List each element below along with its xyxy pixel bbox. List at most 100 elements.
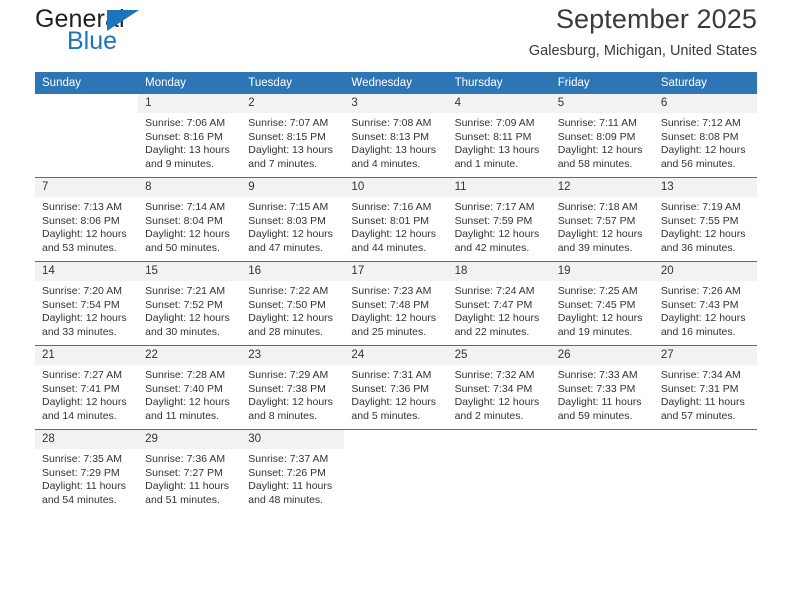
calendar-day-cell[interactable]: 3 Sunrise: 7:08 AM Sunset: 8:13 PM Dayli… bbox=[344, 94, 448, 178]
calendar-day-cell[interactable]: 27 Sunrise: 7:34 AM Sunset: 7:31 PM Dayl… bbox=[653, 345, 757, 430]
day-details bbox=[448, 449, 551, 453]
calendar-day-cell[interactable]: 2 Sunrise: 7:07 AM Sunset: 8:15 PM Dayli… bbox=[241, 94, 345, 178]
day-number: 3 bbox=[344, 94, 448, 113]
day-details: Sunrise: 7:34 AM Sunset: 7:31 PM Dayligh… bbox=[654, 365, 757, 423]
calendar-day-cell[interactable]: 22 Sunrise: 7:28 AM Sunset: 7:40 PM Dayl… bbox=[138, 345, 242, 430]
daylight-text-line2: and 51 minutes. bbox=[145, 493, 220, 506]
sunset-text: Sunset: 7:26 PM bbox=[248, 466, 326, 479]
brand-triangle-icon bbox=[107, 10, 139, 31]
calendar-day-cell[interactable]: 28 Sunrise: 7:35 AM Sunset: 7:29 PM Dayl… bbox=[35, 429, 139, 513]
daylight-text-line2: and 8 minutes. bbox=[248, 409, 318, 422]
day-details: Sunrise: 7:06 AM Sunset: 8:16 PM Dayligh… bbox=[138, 113, 241, 171]
day-details: Sunrise: 7:13 AM Sunset: 8:06 PM Dayligh… bbox=[35, 197, 138, 255]
sunset-text: Sunset: 7:54 PM bbox=[42, 298, 120, 311]
daylight-text-line2: and 5 minutes. bbox=[351, 409, 421, 422]
daylight-text-line2: and 14 minutes. bbox=[42, 409, 117, 422]
calendar-day-cell[interactable]: 24 Sunrise: 7:31 AM Sunset: 7:36 PM Dayl… bbox=[344, 345, 448, 430]
daylight-text-line1: Daylight: 12 hours bbox=[145, 396, 230, 409]
daylight-text-line2: and 44 minutes. bbox=[351, 241, 427, 254]
sunrise-text: Sunrise: 7:06 AM bbox=[145, 117, 226, 129]
day-details bbox=[551, 449, 654, 453]
daylight-text-line1: Daylight: 12 hours bbox=[248, 228, 333, 241]
sunset-text: Sunset: 7:57 PM bbox=[557, 214, 636, 227]
calendar-day-cell[interactable]: 9 Sunrise: 7:15 AM Sunset: 8:03 PM Dayli… bbox=[241, 177, 345, 262]
daylight-text-line1: Daylight: 12 hours bbox=[248, 312, 333, 325]
calendar-day-cell[interactable]: 1 Sunrise: 7:06 AM Sunset: 8:16 PM Dayli… bbox=[138, 94, 242, 178]
daylight-text-line1: Daylight: 13 hours bbox=[248, 144, 333, 157]
daylight-text-line1: Daylight: 12 hours bbox=[351, 312, 437, 325]
daylight-text-line2: and 11 minutes. bbox=[145, 409, 220, 422]
calendar-day-cell[interactable]: 8 Sunrise: 7:14 AM Sunset: 8:04 PM Dayli… bbox=[138, 177, 242, 262]
day-number bbox=[653, 430, 757, 449]
daylight-text-line2: and 9 minutes. bbox=[145, 157, 215, 170]
daylight-text-line2: and 19 minutes. bbox=[557, 325, 633, 338]
day-number: 27 bbox=[653, 346, 757, 365]
day-number: 9 bbox=[241, 178, 345, 197]
calendar-day-cell[interactable]: 20 Sunrise: 7:26 AM Sunset: 7:43 PM Dayl… bbox=[653, 261, 757, 346]
sunset-text: Sunset: 8:11 PM bbox=[454, 130, 532, 143]
calendar-day-cell[interactable]: 13 Sunrise: 7:19 AM Sunset: 7:55 PM Dayl… bbox=[653, 177, 757, 262]
calendar-day-cell[interactable]: 7 Sunrise: 7:13 AM Sunset: 8:06 PM Dayli… bbox=[35, 177, 139, 262]
sunrise-text: Sunrise: 7:37 AM bbox=[248, 453, 329, 465]
title-block: September 2025 Galesburg, Michigan, Unit… bbox=[529, 0, 757, 62]
sunrise-text: Sunrise: 7:25 AM bbox=[557, 285, 638, 297]
day-number bbox=[344, 430, 448, 449]
day-details: Sunrise: 7:29 AM Sunset: 7:38 PM Dayligh… bbox=[241, 365, 344, 423]
daylight-text-line2: and 4 minutes. bbox=[351, 157, 421, 170]
daylight-text-line2: and 48 minutes. bbox=[248, 493, 323, 506]
calendar-day-cell[interactable]: 15 Sunrise: 7:21 AM Sunset: 7:52 PM Dayl… bbox=[138, 261, 242, 346]
sunset-text: Sunset: 8:13 PM bbox=[351, 130, 430, 143]
daylight-text-line1: Daylight: 12 hours bbox=[454, 312, 540, 325]
sunset-text: Sunset: 7:59 PM bbox=[454, 214, 533, 227]
daylight-text-line1: Daylight: 12 hours bbox=[42, 396, 127, 409]
calendar-day-cell[interactable]: 21 Sunrise: 7:27 AM Sunset: 7:41 PM Dayl… bbox=[35, 345, 139, 430]
calendar-week-row: 21 Sunrise: 7:27 AM Sunset: 7:41 PM Dayl… bbox=[35, 345, 757, 430]
calendar-day-cell[interactable]: 10 Sunrise: 7:16 AM Sunset: 8:01 PM Dayl… bbox=[344, 177, 448, 262]
daylight-text-line2: and 42 minutes. bbox=[454, 241, 530, 254]
calendar-day-cell[interactable]: 17 Sunrise: 7:23 AM Sunset: 7:48 PM Dayl… bbox=[344, 261, 448, 346]
calendar-day-cell[interactable]: 6 Sunrise: 7:12 AM Sunset: 8:08 PM Dayli… bbox=[653, 94, 757, 178]
sunset-text: Sunset: 8:08 PM bbox=[660, 130, 739, 143]
day-details bbox=[654, 449, 757, 453]
day-details: Sunrise: 7:18 AM Sunset: 7:57 PM Dayligh… bbox=[551, 197, 654, 255]
sunset-text: Sunset: 8:03 PM bbox=[248, 214, 326, 227]
day-number bbox=[447, 430, 551, 449]
sunrise-text: Sunrise: 7:29 AM bbox=[248, 369, 329, 381]
sunrise-text: Sunrise: 7:35 AM bbox=[42, 453, 122, 465]
calendar-day-cell[interactable]: 16 Sunrise: 7:22 AM Sunset: 7:50 PM Dayl… bbox=[241, 261, 345, 346]
sunset-text: Sunset: 8:06 PM bbox=[42, 214, 120, 227]
sunrise-text: Sunrise: 7:33 AM bbox=[557, 369, 638, 381]
daylight-text-line1: Daylight: 11 hours bbox=[557, 396, 642, 409]
calendar-day-cell[interactable]: 26 Sunrise: 7:33 AM Sunset: 7:33 PM Dayl… bbox=[550, 345, 654, 430]
calendar-day-cell[interactable]: 25 Sunrise: 7:32 AM Sunset: 7:34 PM Dayl… bbox=[447, 345, 551, 430]
day-details: Sunrise: 7:11 AM Sunset: 8:09 PM Dayligh… bbox=[551, 113, 654, 171]
weekday-header-tuesday: Tuesday bbox=[241, 72, 345, 94]
day-number: 1 bbox=[138, 94, 242, 113]
day-number: 14 bbox=[35, 262, 139, 281]
sunrise-text: Sunrise: 7:16 AM bbox=[351, 201, 432, 213]
calendar-day-cell[interactable]: 29 Sunrise: 7:36 AM Sunset: 7:27 PM Dayl… bbox=[138, 429, 242, 513]
calendar-day-cell[interactable]: 5 Sunrise: 7:11 AM Sunset: 8:09 PM Dayli… bbox=[550, 94, 654, 178]
calendar-day-cell[interactable]: 12 Sunrise: 7:18 AM Sunset: 7:57 PM Dayl… bbox=[550, 177, 654, 262]
calendar-day-cell[interactable]: 14 Sunrise: 7:20 AM Sunset: 7:54 PM Dayl… bbox=[35, 261, 139, 346]
calendar-day-cell bbox=[653, 429, 757, 513]
calendar-week-row: 1 Sunrise: 7:06 AM Sunset: 8:16 PM Dayli… bbox=[35, 94, 757, 178]
page-header: General Blue September 2025 Galesburg, M… bbox=[35, 0, 757, 72]
sunrise-text: Sunrise: 7:26 AM bbox=[660, 285, 741, 297]
day-number: 10 bbox=[344, 178, 448, 197]
day-number: 21 bbox=[35, 346, 139, 365]
calendar-day-cell[interactable]: 23 Sunrise: 7:29 AM Sunset: 7:38 PM Dayl… bbox=[241, 345, 345, 430]
calendar-day-cell[interactable]: 30 Sunrise: 7:37 AM Sunset: 7:26 PM Dayl… bbox=[241, 429, 345, 513]
calendar-day-cell[interactable]: 4 Sunrise: 7:09 AM Sunset: 8:11 PM Dayli… bbox=[447, 94, 551, 178]
calendar-day-cell[interactable]: 19 Sunrise: 7:25 AM Sunset: 7:45 PM Dayl… bbox=[550, 261, 654, 346]
calendar-day-cell[interactable]: 18 Sunrise: 7:24 AM Sunset: 7:47 PM Dayl… bbox=[447, 261, 551, 346]
calendar-day-cell[interactable]: 11 Sunrise: 7:17 AM Sunset: 7:59 PM Dayl… bbox=[447, 177, 551, 262]
daylight-text-line2: and 33 minutes. bbox=[42, 325, 117, 338]
sunrise-text: Sunrise: 7:36 AM bbox=[145, 453, 226, 465]
day-details: Sunrise: 7:17 AM Sunset: 7:59 PM Dayligh… bbox=[448, 197, 551, 255]
daylight-text-line2: and 39 minutes. bbox=[557, 241, 633, 254]
weekday-header-thursday: Thursday bbox=[447, 72, 551, 94]
day-details: Sunrise: 7:12 AM Sunset: 8:08 PM Dayligh… bbox=[654, 113, 757, 171]
brand-logo[interactable]: General Blue bbox=[35, 0, 265, 54]
sunset-text: Sunset: 7:36 PM bbox=[351, 382, 430, 395]
